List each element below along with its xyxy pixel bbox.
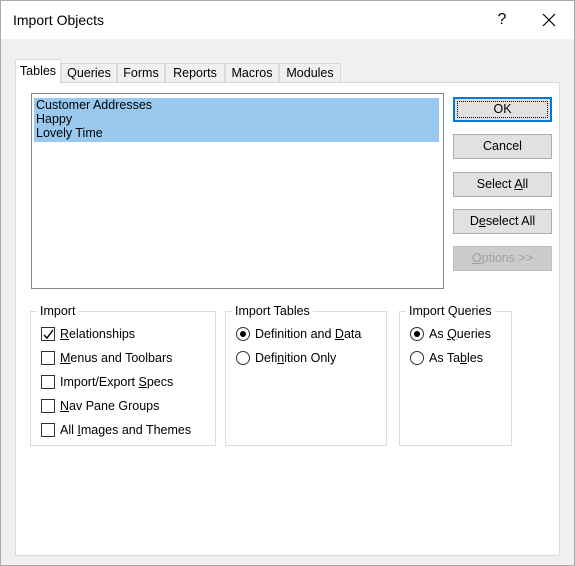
label-part: As Ta: [429, 351, 461, 365]
close-icon: [542, 13, 556, 27]
focus-rect: [457, 101, 548, 118]
label-part: S: [138, 375, 147, 389]
options-button[interactable]: Options >>: [453, 246, 552, 271]
import-tables-legend: Import Tables: [232, 304, 313, 318]
dialog-title: Import Objects: [13, 12, 105, 28]
tab-modules[interactable]: Modules: [279, 63, 341, 83]
ok-button[interactable]: OK: [453, 97, 552, 122]
label-part: O: [471, 251, 482, 265]
checkbox-label: Relationships: [60, 326, 135, 342]
label-part: ptions >>: [481, 251, 534, 265]
label-part: ueries: [456, 327, 491, 341]
tab-panel-tables: Customer Addresses Happy Lovely Time OK …: [15, 82, 560, 556]
import-objects-dialog: Import Objects ? Tables Queries Forms Re…: [0, 0, 575, 566]
cancel-button[interactable]: Cancel: [453, 134, 552, 159]
label-part: D: [469, 214, 479, 228]
tab-reports[interactable]: Reports: [165, 63, 225, 83]
label-part: enus and Toolbars: [70, 351, 173, 365]
import-tables-group: Import Tables Definition and Data Defini…: [225, 304, 387, 446]
label-part: D: [334, 327, 344, 341]
label-part: ata: [343, 327, 362, 341]
label-part: ition Only: [284, 351, 337, 365]
tab-queries[interactable]: Queries: [61, 63, 117, 83]
checkbox-label: Import/Export Specs: [60, 374, 173, 390]
list-item[interactable]: Lovely Time: [34, 126, 439, 142]
tab-forms[interactable]: Forms: [117, 63, 165, 83]
label-part: Import/Export: [60, 375, 139, 389]
label-part: Select: [476, 177, 515, 191]
radio-dot: [414, 331, 420, 337]
radio-circle: [236, 327, 250, 341]
checkbox-box: [41, 375, 55, 389]
list-item[interactable]: Customer Addresses: [34, 98, 439, 112]
label-part: R: [60, 327, 70, 341]
import-queries-legend: Import Queries: [406, 304, 495, 318]
label-part: select All: [485, 214, 536, 228]
tables-listbox[interactable]: Customer Addresses Happy Lovely Time: [31, 93, 444, 289]
label-part: All: [60, 423, 78, 437]
label-part: Defi: [255, 351, 278, 365]
radio-circle: [236, 351, 250, 365]
radio-label: As Queries: [429, 326, 491, 342]
checkbox-box: [41, 351, 55, 365]
checkbox-label: Nav Pane Groups: [60, 398, 159, 414]
label-part: A: [514, 177, 523, 191]
deselect-all-button[interactable]: Deselect All: [453, 209, 552, 234]
label-part: b: [460, 351, 467, 365]
radio-label: Definition and Data: [255, 326, 361, 342]
import-group: Import Relationships Menus and Toolbars …: [30, 304, 216, 446]
label-part: av Pane Groups: [69, 399, 160, 413]
radio-label: Definition Only: [255, 350, 336, 366]
label-part: As: [429, 327, 448, 341]
checkbox-box: [41, 399, 55, 413]
label-part: ll: [522, 177, 529, 191]
title-bar: Import Objects ?: [1, 1, 574, 39]
help-button[interactable]: ?: [491, 9, 513, 31]
label-part: les: [467, 351, 483, 365]
label-part: mages and Themes: [80, 423, 192, 437]
close-button[interactable]: [536, 7, 562, 33]
tab-tables[interactable]: Tables: [15, 59, 61, 84]
label-part: elationships: [69, 327, 136, 341]
radio-circle: [410, 327, 424, 341]
tab-macros[interactable]: Macros: [225, 63, 279, 83]
import-queries-group: Import Queries As Queries As Tables: [399, 304, 512, 446]
label-part: M: [60, 351, 71, 365]
checkbox-label: All Images and Themes: [60, 422, 191, 438]
label-part: Q: [447, 327, 457, 341]
checkbox-label: Menus and Toolbars: [60, 350, 172, 366]
import-group-legend: Import: [37, 304, 79, 318]
list-item[interactable]: Happy: [34, 112, 439, 126]
radio-dot: [240, 331, 246, 337]
checkmark-icon: [43, 329, 54, 340]
label-part: N: [60, 399, 70, 413]
label-part: pecs: [146, 375, 174, 389]
radio-label: As Tables: [429, 350, 483, 366]
checkbox-box: [41, 423, 55, 437]
label-part: Definition and: [255, 327, 335, 341]
radio-circle: [410, 351, 424, 365]
checkbox-box: [41, 327, 55, 341]
label-part: e: [478, 214, 486, 228]
select-all-button[interactable]: Select All: [453, 172, 552, 197]
